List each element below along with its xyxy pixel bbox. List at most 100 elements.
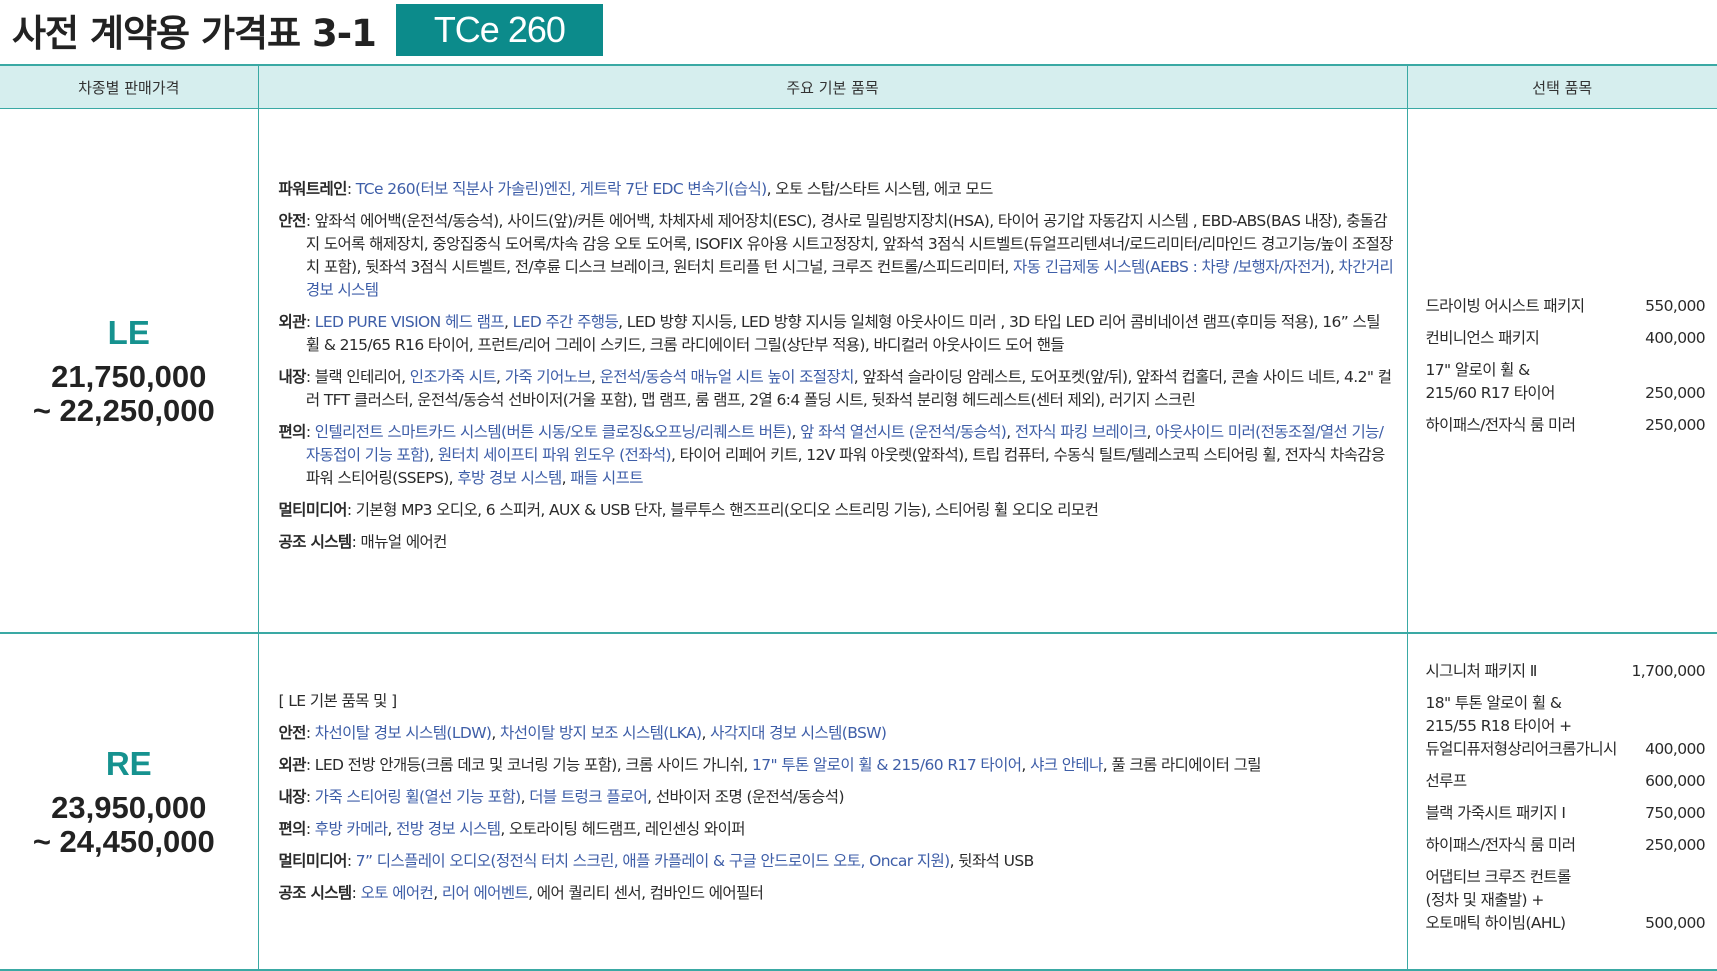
feature-text: : 앞좌석 에어백(운전석/동승석), 사이드(앞)/커튼 에어백, 차체자세 …: [306, 210, 1397, 302]
option-price: 400,000: [1645, 329, 1706, 347]
option-item: 시그니처 패키지 Ⅱ 1,700,000: [1426, 660, 1706, 683]
feature-category: 내장: [278, 787, 307, 806]
option-item: 드라이빙 어시스트 패키지 550,000: [1426, 295, 1706, 318]
option-list: 시그니처 패키지 Ⅱ 1,700,000 18" 투톤 알로이 휠 & 215/55…: [1426, 660, 1706, 935]
new-feature-text: 운전석/동승석 매뉴얼 시트 높이 조절장치: [599, 368, 855, 386]
feature-segment: ,: [701, 723, 711, 742]
option-price: 600,000: [1645, 771, 1706, 790]
table-header-row: 차종별 판매가격 주요 기본 품목 선택 품목: [0, 64, 1717, 109]
new-feature-text: 앞 좌석 열선시트 (운전석/동승석): [800, 423, 1007, 441]
trim-price-to: ~ 24,450,000: [32, 823, 215, 859]
feature-text: : 인텔리전트 스마트카드 시스템(버튼 시동/오토 클로징&오프닝/리퀘스트 …: [306, 421, 1397, 490]
trim-price-to: ~ 22,250,000: [32, 392, 215, 428]
feature-segment: :: [346, 180, 356, 198]
feature-item: 내장 : 블랙 인테리어, 인조가죽 시트, 가죽 기어노브, 운전석/동승석 …: [279, 366, 1397, 412]
feature-category: 내장: [278, 368, 307, 386]
trim-price-from: 21,750,000: [51, 358, 207, 394]
feature-text: : TCe 260(터보 직분사 가솔린)엔진, 게트락 7단 EDC 변속기(…: [346, 178, 994, 201]
header-options: 선택 품목: [1406, 64, 1717, 109]
trim-cell: LE 21,750,000 ~ 22,250,000: [0, 109, 258, 634]
engine-badge: TCe 260: [395, 4, 603, 56]
new-feature-text: 자동 긴급제동 시스템(AEBS : 차량 /보행자/자전거): [1013, 258, 1330, 276]
feature-segment: :: [351, 883, 361, 902]
header-trim-price: 차종별 판매가격: [0, 64, 258, 109]
feature-item: 외관 : LED PURE VISION 헤드 램프, LED 주간 주행등, …: [279, 311, 1397, 357]
new-feature-text: 사각지대 경보 시스템(BSW): [710, 723, 887, 742]
trim-row-le: LE 21,750,000 ~ 22,250,000 파워트레인 : TCe 2…: [0, 108, 1717, 634]
option-name: 드라이빙 어시스트 패키지: [1425, 297, 1586, 315]
feature-segment: ,: [1329, 258, 1339, 276]
feature-segment: ,: [491, 723, 501, 742]
option-name: 블랙 가죽시트 패키지 Ⅰ: [1425, 803, 1567, 822]
option-name: 17" 알로이 휠 & 215/60 R17 타이어: [1425, 361, 1556, 402]
option-item: 어댑티브 크루즈 컨트롤 (정차 및 재출발) + 오토매틱 하이빔(AHL) 5…: [1426, 866, 1706, 935]
options-cell: 시그니처 패키지 Ⅱ 1,700,000 18" 투톤 알로이 휠 & 215/55…: [1406, 633, 1717, 970]
new-feature-text: LED 주간 주행등: [512, 313, 619, 331]
new-feature-text: 샤크 안테나: [1030, 755, 1103, 774]
feature-item: 안전 : 앞좌석 에어백(운전석/동승석), 사이드(앞)/커튼 에어백, 차체…: [279, 210, 1397, 302]
price-table: 차종별 판매가격 주요 기본 품목 선택 품목 LE 21,750,000 ~ …: [0, 64, 1717, 971]
feature-segment: : 블랙 인테리어,: [305, 368, 410, 386]
feature-category: 편의: [278, 819, 307, 838]
option-item: 컨비니언스 패키지 400,000: [1426, 327, 1706, 350]
feature-item: 내장 : 가죽 스티어링 휠(열선 기능 포함), 더블 트렁크 플로어, 선바…: [279, 786, 1397, 809]
new-feature-text: 7” 디스플레이 오디오(정전식 터치 스크린, 애플 카플레이 & 구글 안드…: [355, 851, 950, 870]
option-name: 컨비니언스 패키지: [1425, 329, 1540, 347]
feature-segment: , 풀 크롬 라디에이터 그릴: [1102, 755, 1262, 774]
feature-segment: :: [305, 787, 315, 806]
option-list: 드라이빙 어시스트 패키지 550,000 컨비니언스 패키지 400,000 17" …: [1426, 295, 1706, 437]
feature-segment: ,: [1021, 755, 1031, 774]
feature-list: 파워트레인 : TCe 260(터보 직분사 가솔린)엔진, 게트락 7단 ED…: [279, 178, 1397, 554]
feature-segment: : 매뉴얼 에어컨: [351, 533, 448, 551]
new-feature-text: TCe 260(터보 직분사 가솔린)엔진, 게트락 7단 EDC 변속기(습식…: [355, 180, 767, 198]
feature-segment: :: [305, 423, 315, 441]
header-standard-features: 주요 기본 품목: [257, 64, 1407, 109]
option-name: 하이패스/전자식 룸 미러: [1425, 835, 1576, 854]
feature-category: 외관: [278, 313, 307, 331]
features-cell: 파워트레인 : TCe 260(터보 직분사 가솔린)엔진, 게트락 7단 ED…: [257, 108, 1407, 633]
new-feature-text: 리어 에어벤트: [441, 883, 529, 902]
new-feature-text: 원터치 세이프티 파워 윈도우 (전좌석): [437, 446, 672, 464]
feature-category: 안전: [278, 212, 307, 230]
option-price: 750,000: [1645, 803, 1706, 822]
new-feature-text: 가죽 기어노브: [504, 368, 592, 386]
new-feature-text: 전자식 파킹 브레이크: [1014, 423, 1147, 441]
trim-name: RE: [105, 744, 152, 782]
feature-item: 파워트레인 : TCe 260(터보 직분사 가솔린)엔진, 게트락 7단 ED…: [279, 178, 1397, 201]
feature-text: : 오토 에어컨, 리어 에어벤트, 에어 퀄리티 센서, 컴바인드 에어필터: [352, 882, 764, 905]
feature-segment: , 뒷좌석 USB: [949, 851, 1035, 870]
feature-segment: ,: [590, 368, 600, 386]
option-price: 250,000: [1645, 835, 1706, 854]
trim-cell: RE 23,950,000 ~ 24,450,000: [0, 633, 258, 970]
title-row: 사전 계약용 가격표 3-1 TCe 260: [12, 0, 603, 60]
feature-text: : 후방 카메라, 전방 경보 시스템, 오토라이팅 헤드램프, 레인센싱 와이…: [306, 818, 746, 841]
feature-text: : 기본형 MP3 오디오, 6 스피커, AUX & USB 단자, 블루투스…: [347, 499, 1099, 522]
feature-category: 공조 시스템: [278, 883, 353, 902]
feature-segment: ,: [503, 313, 513, 331]
feature-segment: ,: [520, 787, 530, 806]
feature-segment: ,: [1146, 423, 1156, 441]
option-item: 18" 투톤 알로이 휠 & 215/55 R18 타이어 + 듀얼디퓨저형상리…: [1426, 692, 1706, 761]
feature-segment: ,: [429, 446, 438, 464]
option-item: 하이패스/전자식 룸 미러 250,000: [1426, 414, 1706, 437]
feature-text: : LED 전방 안개등(크롬 데코 및 코너링 기능 포함), 크롬 사이드 …: [306, 754, 1262, 777]
feature-segment: ,: [561, 469, 571, 487]
feature-segment: , 에어 퀄리티 센서, 컴바인드 에어필터: [528, 883, 764, 902]
feature-text: : 가죽 스티어링 휠(열선 기능 포함), 더블 트렁크 플로어, 선바이저 …: [305, 786, 845, 809]
feature-item: 편의 : 후방 카메라, 전방 경보 시스템, 오토라이팅 헤드램프, 레인센싱…: [279, 818, 1397, 841]
feature-segment: ,: [1006, 423, 1015, 441]
feature-text: : 블랙 인테리어, 인조가죽 시트, 가죽 기어노브, 운전석/동승석 매뉴얼…: [306, 366, 1397, 412]
option-price: 250,000: [1645, 416, 1706, 434]
feature-segment: :: [305, 723, 315, 742]
options-cell: 드라이빙 어시스트 패키지 550,000 컨비니언스 패키지 400,000 17" …: [1406, 108, 1717, 633]
feature-segment: ,: [433, 883, 442, 902]
feature-category: 멀티미디어: [278, 851, 348, 870]
new-feature-text: 후방 경보 시스템: [457, 469, 562, 487]
option-price: 400,000: [1645, 739, 1706, 758]
new-feature-text: 전방 경보 시스템: [396, 819, 501, 838]
option-price: 250,000: [1645, 384, 1706, 402]
option-price: 500,000: [1645, 913, 1706, 932]
feature-category: 멀티미디어: [278, 501, 348, 519]
new-feature-text: 인텔리전트 스마트카드 시스템(버튼 시동/오토 클로징&오프닝/리퀘스트 버튼…: [314, 423, 792, 441]
new-feature-text: 차선이탈 경보 시스템(LDW): [314, 723, 492, 742]
